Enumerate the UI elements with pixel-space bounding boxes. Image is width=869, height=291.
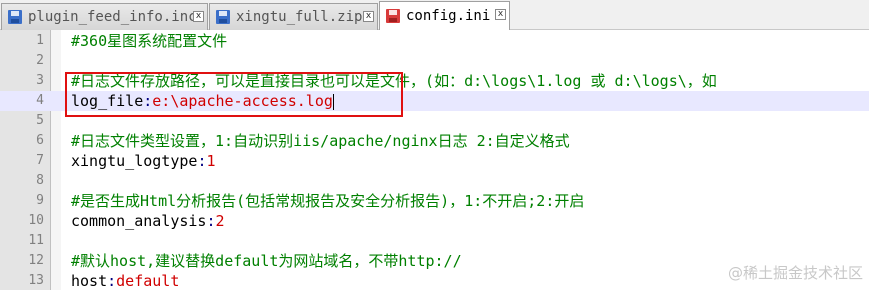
config-value: 1 [206, 152, 216, 170]
editor-line[interactable]: 10 common_analysis:2 [0, 211, 869, 231]
line-number: 9 [36, 193, 44, 208]
comment-text: #日志文件类型设置，1:自动识别iis/apache/nginx日志 2:自定义… [71, 132, 570, 150]
editor-line[interactable]: 2 [0, 51, 869, 71]
tab-bar: plugin_feed_info.inc x xingtu_full.zip x… [0, 0, 869, 30]
annotation-highlight-box [65, 72, 403, 117]
tab-config-ini[interactable]: config.ini x [379, 1, 510, 30]
code-text: host:default [71, 271, 179, 291]
code-text: xingtu_logtype:1 [71, 151, 216, 171]
close-icon[interactable]: x [193, 11, 204, 22]
close-icon[interactable]: x [495, 9, 506, 20]
line-number: 1 [36, 33, 44, 48]
watermark: @稀土掘金技术社区 [727, 264, 863, 282]
config-key: common_analysis [71, 212, 207, 230]
line-number: 2 [36, 53, 44, 68]
editor-line[interactable]: 11 [0, 231, 869, 251]
editor-line[interactable]: 9 #是否生成Html分析报告(包括常规报告及安全分析报告)，1:不开启;2:开… [0, 191, 869, 211]
config-key: host [71, 272, 108, 290]
editor-line[interactable]: 1 #360星图系统配置文件 [0, 31, 869, 51]
line-number: 12 [28, 253, 44, 268]
line-number: 11 [28, 233, 44, 248]
config-value: default [116, 272, 180, 290]
line-number: 13 [28, 273, 44, 288]
close-icon[interactable]: x [363, 11, 374, 22]
config-key: xingtu_logtype [71, 152, 198, 170]
editor-line[interactable]: 6 #日志文件类型设置，1:自动识别iis/apache/nginx日志 2:自… [0, 131, 869, 151]
file-saved-icon [216, 10, 230, 24]
tab-xingtu-full-zip[interactable]: xingtu_full.zip x [209, 3, 378, 30]
line-number: 5 [36, 113, 44, 128]
line-number: 10 [28, 213, 44, 228]
comment-text: #是否生成Html分析报告(包括常规报告及安全分析报告)，1:不开启;2:开启 [71, 192, 585, 210]
editor-line[interactable]: 7 xingtu_logtype:1 [0, 151, 869, 171]
tab-label: config.ini [406, 8, 491, 24]
code-text: common_analysis:2 [71, 211, 225, 231]
file-unsaved-icon [386, 9, 400, 23]
config-separator: : [107, 272, 117, 290]
tab-plugin-feed-info[interactable]: plugin_feed_info.inc x [1, 3, 208, 30]
tab-label: xingtu_full.zip [236, 9, 363, 25]
comment-text: #360星图系统配置文件 [71, 32, 228, 50]
tab-label: plugin_feed_info.inc [28, 9, 197, 25]
line-number: 8 [36, 173, 44, 188]
comment-text: #默认host,建议替换default为网站域名，不带http:// [71, 252, 462, 270]
line-number: 3 [36, 73, 44, 88]
line-number: 4 [36, 93, 44, 108]
line-number: 7 [36, 153, 44, 168]
config-separator: : [206, 212, 216, 230]
line-number: 6 [36, 133, 44, 148]
file-saved-icon [8, 10, 22, 24]
config-value: 2 [215, 212, 225, 230]
editor-line[interactable]: 8 [0, 171, 869, 191]
